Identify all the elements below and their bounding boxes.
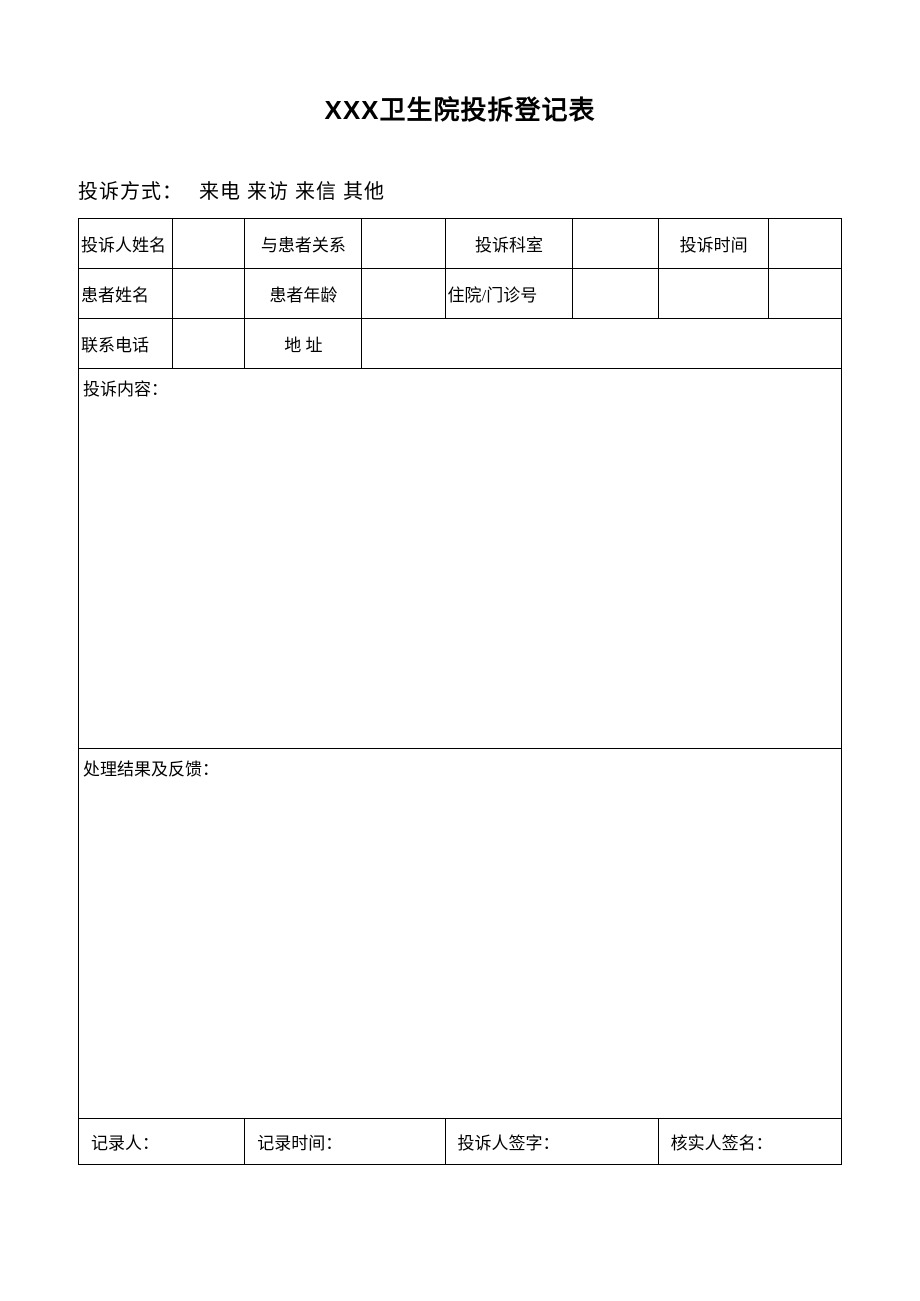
address-label: 地 址: [245, 319, 362, 369]
verifier-sign-label[interactable]: 核实人签名：: [658, 1119, 841, 1165]
blank-cell: [658, 269, 769, 319]
blank-cell: [769, 269, 842, 319]
relation-label: 与患者关系: [245, 219, 362, 269]
patient-age-label: 患者年龄: [245, 269, 362, 319]
table-row: 记录人： 记录时间： 投诉人签字： 核实人签名：: [79, 1119, 842, 1165]
table-row: 联系电话 地 址: [79, 319, 842, 369]
table-row: 患者姓名 患者年龄 住院/门诊号: [79, 269, 842, 319]
recorder-label[interactable]: 记录人：: [79, 1119, 245, 1165]
complaint-form-table: 投诉人姓名 与患者关系 投诉科室 投诉时间 患者姓名 患者年龄 住院/门诊号 联…: [78, 218, 842, 1165]
table-row: 处理结果及反馈：: [79, 749, 842, 1119]
relation-value[interactable]: [362, 219, 445, 269]
complaint-time-value[interactable]: [769, 219, 842, 269]
phone-label: 联系电话: [79, 319, 173, 369]
record-time-label[interactable]: 记录时间：: [245, 1119, 445, 1165]
complainant-name-label: 投诉人姓名: [79, 219, 173, 269]
result-feedback-label: 处理结果及反馈：: [83, 760, 219, 779]
complaint-method-line: 投诉方式： 来电 来访 来信 其他: [78, 175, 842, 204]
patient-name-label: 患者姓名: [79, 269, 173, 319]
page-title: XXX卫生院投拆登记表: [78, 90, 842, 127]
table-row: 投诉内容：: [79, 369, 842, 749]
patient-age-value[interactable]: [362, 269, 445, 319]
complainant-name-value[interactable]: [172, 219, 244, 269]
address-value[interactable]: [362, 319, 842, 369]
complaint-method-options: 来电 来访 来信 其他: [199, 181, 385, 203]
complaint-content-cell[interactable]: 投诉内容：: [79, 369, 842, 749]
phone-value[interactable]: [172, 319, 244, 369]
department-value[interactable]: [573, 219, 658, 269]
complaint-method-label: 投诉方式：: [78, 181, 183, 203]
inpatient-no-value[interactable]: [573, 269, 658, 319]
result-feedback-cell[interactable]: 处理结果及反馈：: [79, 749, 842, 1119]
inpatient-no-label: 住院/门诊号: [445, 269, 573, 319]
complainant-sign-label[interactable]: 投诉人签字：: [445, 1119, 658, 1165]
table-row: 投诉人姓名 与患者关系 投诉科室 投诉时间: [79, 219, 842, 269]
department-label: 投诉科室: [445, 219, 573, 269]
complaint-time-label: 投诉时间: [658, 219, 769, 269]
complaint-content-label: 投诉内容：: [83, 380, 168, 399]
patient-name-value[interactable]: [172, 269, 244, 319]
